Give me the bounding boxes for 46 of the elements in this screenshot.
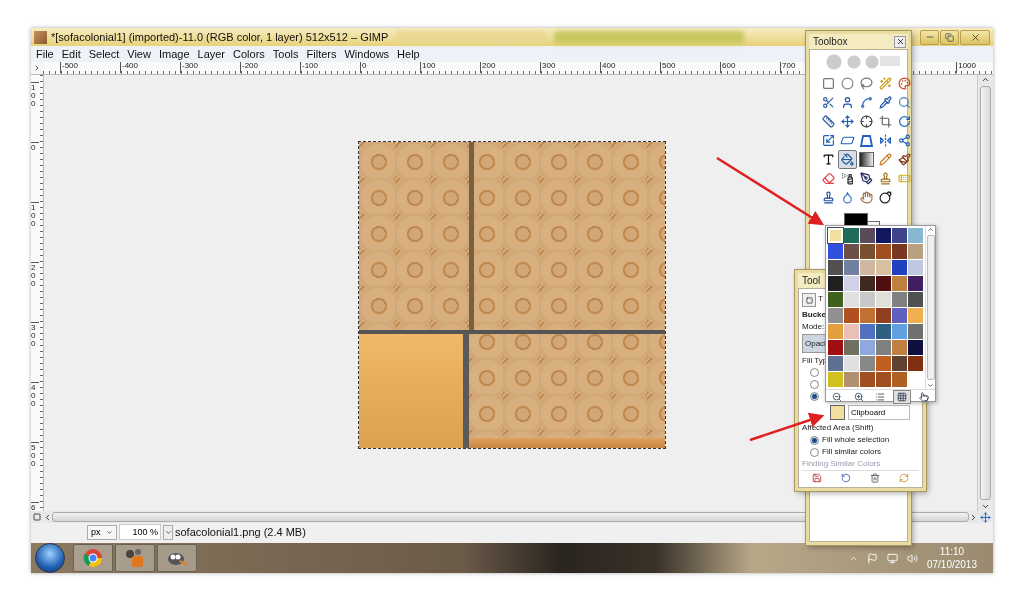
menu-item[interactable]: Filters [306,48,337,60]
ruler-label: 200 [480,62,540,73]
ruler-label: -300 [180,62,240,73]
radio-label[interactable]: Fill similar colors [822,446,882,459]
ruler-label: 100 [31,82,39,142]
slider-label: Opaci [804,338,826,348]
window-title: *[sofacolonial1] (imported)-11.0 (RGB color, 1 layer) 512x512 – GIMP [51,31,389,43]
ruler-label: 0 [360,62,420,73]
menu-item[interactable]: Help [397,48,420,60]
ruler-label: 400 [31,382,39,442]
menu-item[interactable]: Edit [61,48,81,60]
ruler-label: 600 [720,62,780,73]
ruler-label: -400 [120,62,180,73]
menu-item[interactable]: Tools [272,48,299,60]
menu-item[interactable]: Image [158,48,190,60]
file-info: sofacolonial1.png (2.4 MB) [175,526,306,538]
tab-label: T [818,293,823,305]
ruler-label: 300 [31,322,39,382]
section-label: Finding Similar Colors [802,458,881,471]
ruler-label: -200 [240,62,300,73]
tool-name: Bucke [802,309,826,321]
unit-dropdown[interactable]: px [87,524,117,540]
menu-item[interactable]: Windows [344,48,390,60]
ruler-label: 100 [31,202,39,262]
menu-item[interactable]: Layer [197,48,226,60]
menu-item[interactable]: Colors [233,48,265,60]
window-title: Tool [802,275,821,286]
ruler-label: -500 [60,62,120,73]
radio-label[interactable]: Fill whole selection [822,434,890,447]
menu-item[interactable]: Select [88,48,120,60]
mode-label: Mode: [802,321,825,333]
ruler-label: 100 [420,62,480,73]
ruler-label: 200 [31,262,39,322]
ruler-label: 300 [540,62,600,73]
ruler-label: 500 [660,62,720,73]
ruler-label: -100 [300,62,360,73]
zoom-field[interactable]: 100 % [119,524,161,540]
menu-item[interactable]: File [36,48,54,60]
pattern-name-field[interactable]: Clipboard [848,405,910,421]
window-title: Toolbox [813,36,848,47]
ruler-label: 500 [31,442,39,502]
ruler-label: 1000 [956,62,976,73]
ruler-label: 0 [31,142,39,202]
ruler-label: 400 [600,62,660,73]
affected-area-label: Affected Area (Shift) [802,422,874,435]
menu-item[interactable]: View [127,48,151,60]
